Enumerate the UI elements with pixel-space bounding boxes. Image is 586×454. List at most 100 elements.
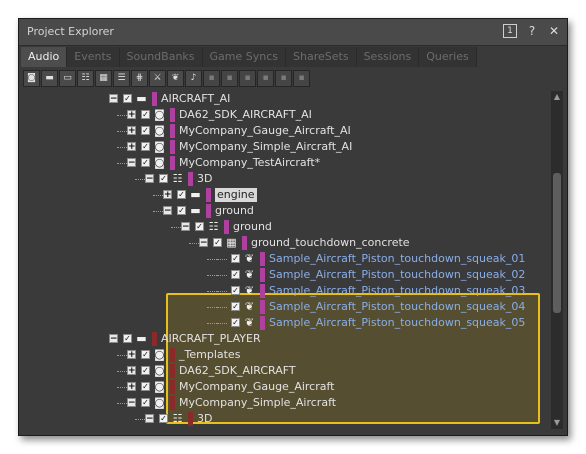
- toolbar-icon-5[interactable]: ▪: [275, 70, 292, 87]
- include-checkbox[interactable]: ✓: [231, 286, 240, 295]
- tab-game-syncs[interactable]: Game Syncs: [202, 47, 287, 67]
- tree-row[interactable]: + ✓ ▬ engine: [21, 187, 541, 203]
- tab-audio[interactable]: Audio: [21, 47, 68, 67]
- toolbar-icon-6[interactable]: ▪: [293, 70, 310, 87]
- folder-icon[interactable]: ▬: [41, 70, 58, 87]
- include-checkbox[interactable]: ✓: [159, 174, 168, 183]
- expand-icon[interactable]: +: [127, 382, 136, 392]
- tree-row[interactable]: − ✓ ▦ ground_touchdown_concrete: [21, 235, 541, 251]
- tree-connector: [217, 307, 227, 308]
- tab-bar: Audio Events SoundBanks Game Syncs ShareSets…: [21, 47, 477, 67]
- sound-sfx-icon[interactable]: ❦: [167, 70, 184, 87]
- tree-row[interactable]: + ✓ ◙ MyCompany_Gauge_Aircraft_AI: [21, 123, 541, 139]
- tree-item-label: MyCompany_TestAircraft*: [179, 156, 321, 169]
- collapse-icon[interactable]: −: [127, 398, 136, 408]
- layout-icon[interactable]: 1: [503, 24, 517, 38]
- expand-icon[interactable]: +: [127, 350, 136, 360]
- include-checkbox[interactable]: ✓: [195, 222, 204, 231]
- toolbar-icon-1[interactable]: ▪: [203, 70, 220, 87]
- include-checkbox[interactable]: ✓: [231, 254, 240, 263]
- tree-row[interactable]: − ✓ ☷ 3D: [21, 171, 541, 187]
- scroll-down-icon[interactable]: ▼: [551, 417, 563, 429]
- title-bar[interactable]: Project Explorer 1? ✕: [19, 19, 567, 46]
- tree-row[interactable]: + ✓ ◙ MyCompany_Simple_Aircraft_AI: [21, 139, 541, 155]
- include-checkbox[interactable]: ✓: [231, 318, 240, 327]
- blend-container-icon[interactable]: ⋕: [131, 70, 148, 87]
- include-checkbox[interactable]: ✓: [123, 94, 132, 103]
- vertical-scrollbar[interactable]: ▲ ▼: [551, 91, 563, 429]
- toolbar-icon-2[interactable]: ▪: [221, 70, 238, 87]
- work-unit-icon[interactable]: ◙: [23, 70, 40, 87]
- include-checkbox[interactable]: ✓: [141, 158, 150, 167]
- tree-row[interactable]: − ✓ ▬ AIRCRAFT_PLAYER: [21, 331, 541, 347]
- tree-row[interactable]: ✓ ❦ Sample_Aircraft_Piston_touchdown_squea…: [21, 315, 541, 331]
- collapse-icon[interactable]: −: [163, 206, 172, 216]
- include-checkbox[interactable]: ✓: [123, 334, 132, 343]
- include-checkbox[interactable]: ✓: [141, 350, 150, 359]
- include-checkbox[interactable]: ✓: [141, 382, 150, 391]
- collapse-icon[interactable]: −: [109, 94, 118, 104]
- tree-row[interactable]: + ✓ ◙ DA62_SDK_AIRCRAFT_AI: [21, 107, 541, 123]
- collapse-icon[interactable]: −: [127, 158, 136, 168]
- color-tag: [260, 316, 265, 330]
- collapse-icon[interactable]: −: [199, 238, 208, 248]
- scroll-up-icon[interactable]: ▲: [551, 91, 563, 103]
- include-checkbox[interactable]: ✓: [231, 270, 240, 279]
- collapse-icon[interactable]: −: [109, 334, 118, 344]
- tab-sessions[interactable]: Sessions: [356, 47, 420, 67]
- close-icon[interactable]: ✕: [547, 24, 561, 38]
- help-icon[interactable]: ?: [525, 24, 539, 38]
- expand-icon[interactable]: +: [127, 142, 136, 152]
- include-checkbox[interactable]: ✓: [141, 126, 150, 135]
- sequence-container-icon[interactable]: ☰: [113, 70, 130, 87]
- expand-icon[interactable]: +: [127, 126, 136, 136]
- include-checkbox[interactable]: ✓: [177, 190, 186, 199]
- random-container-icon[interactable]: ▦: [95, 70, 112, 87]
- tree-row[interactable]: − ✓ ☷ 3D: [21, 411, 541, 427]
- collapse-icon[interactable]: −: [181, 222, 190, 232]
- tree-row[interactable]: + ✓ ◙ DA62_SDK_AIRCRAFT: [21, 363, 541, 379]
- expand-icon[interactable]: +: [127, 110, 136, 120]
- collapse-icon[interactable]: −: [145, 174, 154, 184]
- include-checkbox[interactable]: ✓: [159, 414, 168, 423]
- tree-row[interactable]: − ✓ ▬ AIRCRAFT_AI: [21, 91, 541, 107]
- folder-icon[interactable]: ▭: [59, 70, 76, 87]
- include-checkbox[interactable]: ✓: [231, 302, 240, 311]
- color-tag: [188, 412, 193, 426]
- actor-mixer-icon[interactable]: ⚔: [149, 70, 166, 87]
- voice-icon[interactable]: ♪: [185, 70, 202, 87]
- scroll-thumb[interactable]: [553, 173, 561, 313]
- expand-icon[interactable]: +: [127, 366, 136, 376]
- tree-item-label: engine: [215, 188, 257, 202]
- tree-connector: [153, 211, 163, 212]
- include-checkbox[interactable]: ✓: [141, 398, 150, 407]
- tree-row[interactable]: ✓ ❦ Sample_Aircraft_Piston_touchdown_squea…: [21, 283, 541, 299]
- include-checkbox[interactable]: ✓: [177, 206, 186, 215]
- switch-container-icon[interactable]: ☷: [77, 70, 94, 87]
- include-checkbox[interactable]: ✓: [141, 110, 150, 119]
- tree-row[interactable]: ✓ ❦ Sample_Aircraft_Piston_touchdown_squea…: [21, 267, 541, 283]
- tree-row[interactable]: − ✓ ▬ ground: [21, 203, 541, 219]
- tree-connector: [207, 259, 217, 260]
- include-checkbox[interactable]: ✓: [213, 238, 222, 247]
- tree-row[interactable]: − ✓ ◙ MyCompany_TestAircraft*: [21, 155, 541, 171]
- tree-row[interactable]: + ✓ ◙ _Templates: [21, 347, 541, 363]
- tree-row[interactable]: − ✓ ◙ MyCompany_Simple_Aircraft: [21, 395, 541, 411]
- tree-row[interactable]: ✓ ❦ Sample_Aircraft_Piston_touchdown_squea…: [21, 251, 541, 267]
- include-checkbox[interactable]: ✓: [141, 366, 150, 375]
- tree-row[interactable]: − ✓ ☷ ground: [21, 219, 541, 235]
- include-checkbox[interactable]: ✓: [141, 142, 150, 151]
- tab-queries[interactable]: Queries: [419, 47, 477, 67]
- tree-row[interactable]: + ✓ ◙ MyCompany_Gauge_Aircraft: [21, 379, 541, 395]
- tab-soundbanks[interactable]: SoundBanks: [119, 47, 203, 67]
- tree-connector: [171, 227, 181, 228]
- tree-row[interactable]: ✓ ❦ Sample_Aircraft_Piston_touchdown_squea…: [21, 299, 541, 315]
- tab-events[interactable]: Events: [67, 47, 120, 67]
- tree-item-label: Sample_Aircraft_Piston_touchdown_squeak_…: [269, 316, 526, 329]
- color-tag: [170, 156, 175, 170]
- toolbar-icon-3[interactable]: ▪: [239, 70, 256, 87]
- collapse-icon[interactable]: −: [145, 414, 154, 424]
- toolbar-icon-4[interactable]: ▪: [257, 70, 274, 87]
- tab-sharesets[interactable]: ShareSets: [286, 47, 357, 67]
- expand-icon[interactable]: +: [163, 190, 172, 200]
